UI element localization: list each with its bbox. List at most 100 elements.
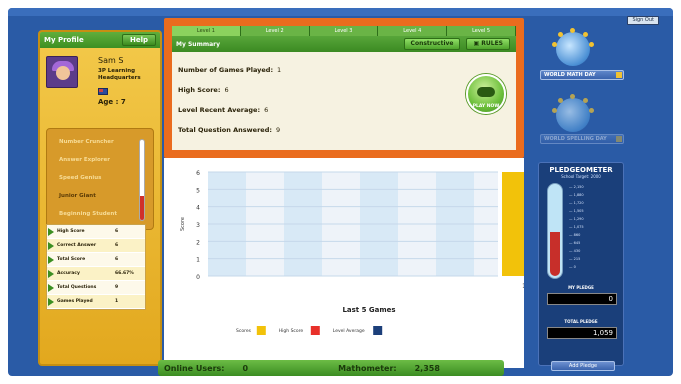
tab-level-2[interactable]: Level 2: [240, 26, 310, 36]
y-axis-label: Score: [180, 217, 186, 231]
score-chart: 0 1 2 3 4 5 6 1 Score Last 5 Games Scores High Scor…: [164, 158, 526, 368]
bullet-icon: [48, 228, 54, 236]
profile-title: My Profile: [44, 36, 84, 44]
bullet-icon: [48, 270, 54, 278]
y-tick-label: 1: [196, 257, 200, 264]
summary-panel: Level 1 Level 2 Level 3 Level 4 Level 5 …: [172, 26, 516, 150]
constructive-button[interactable]: Constructive: [403, 38, 461, 50]
legend-label: Scores: [236, 328, 252, 334]
arrow-icon: [616, 72, 622, 78]
y-tick-label: 6: [196, 170, 200, 177]
world-math-day-button[interactable]: WORLD MATH DAY: [540, 70, 624, 80]
stat-row: Total Score 6: [47, 253, 145, 267]
profile-panel: My Profile Help Sam S 3P Learning Headqu…: [38, 30, 162, 366]
bar: [502, 172, 524, 276]
online-users-value: 0: [242, 363, 249, 373]
bullet-icon: [48, 298, 54, 306]
y-tick-label: 4: [196, 205, 200, 212]
x-axis-label: Last 5 Games: [342, 306, 395, 314]
play-now-label: PLAY NOW: [472, 104, 500, 109]
level-tabs: Level 1 Level 2 Level 3 Level 4 Level 5: [172, 26, 516, 36]
legend-swatch: [256, 326, 266, 335]
mathometer-label: Mathometer:: [338, 363, 397, 373]
add-pledge-button[interactable]: Add Pledge: [551, 361, 615, 371]
stats-table: High Score 6 Correct Answer 6 Total Score 6…: [46, 224, 146, 310]
arrow-icon: [616, 136, 622, 142]
pledge-scale-tick: — 1,720: [569, 201, 584, 205]
gamepad-icon: [477, 87, 495, 97]
org-line-2: Headquarters: [98, 74, 141, 81]
app-frame: Sign Out My Profile Help Sam S 3P Learni…: [8, 8, 673, 376]
stat-row: Correct Answer 6: [47, 239, 145, 253]
legend-swatch: [373, 326, 383, 335]
avatar-face: [56, 66, 70, 80]
play-now-button[interactable]: PLAY NOW: [466, 74, 506, 114]
y-tick-label: 0: [196, 274, 200, 281]
org-line-1: 3P Learning: [98, 68, 136, 74]
tab-level-5[interactable]: Level 5: [447, 26, 516, 36]
pledge-scale-tick: — 1,880: [569, 193, 584, 197]
legend-label: Level Average: [333, 328, 365, 334]
pledge-scale-tick: — 1,290: [569, 217, 584, 221]
stat-row: Games Played 1: [47, 295, 145, 309]
y-tick-label: 5: [196, 187, 200, 194]
tab-level-3[interactable]: Level 3: [309, 26, 379, 36]
pledge-scale-tick: — 1,505: [569, 209, 584, 213]
sign-out-button[interactable]: Sign Out: [627, 16, 659, 25]
summary-row: High Score: 6: [178, 86, 229, 94]
my-pledge-value: 0: [547, 293, 617, 305]
online-users-label: Online Users:: [164, 363, 225, 373]
pledge-scale-tick: — 0: [569, 265, 576, 269]
pledgeometer-panel: PLEDGEOMETER School Target: 2000 — 2,150…: [538, 162, 624, 371]
x-tick-label: 1: [522, 283, 524, 290]
user-age: Age : 7: [98, 98, 126, 106]
pledgeometer-title: PLEDGEOMETER: [549, 166, 613, 174]
flag-icon: [98, 88, 108, 95]
pledge-scale-tick: — 860: [569, 233, 581, 237]
tab-level-1[interactable]: Level 1: [172, 26, 241, 36]
level-progress: Number Cruncher Answer Explorer Speed Ge…: [46, 128, 154, 230]
my-pledge-label: MY PLEDGE: [568, 285, 594, 290]
y-tick-label: 3: [196, 222, 200, 229]
school-target: School Target: 2000: [561, 174, 601, 179]
level-thermometer: [139, 139, 145, 221]
user-name: Sam S: [98, 56, 124, 65]
world-spelling-day-button[interactable]: WORLD SPELLING DAY: [540, 134, 624, 144]
summary-row: Number of Games Played: 1: [178, 66, 282, 74]
globe-icon-secondary[interactable]: [552, 94, 594, 132]
stat-row: Total Questions 9: [47, 281, 145, 295]
avatar[interactable]: [46, 56, 78, 88]
chart-svg: 0 1 2 3 4 5 6 1 Score Last 5 Games Scores High Scor…: [180, 170, 526, 335]
level-item: Speed Genius: [59, 175, 102, 181]
stat-row: Accuracy 66.67%: [47, 267, 145, 281]
y-tick-label: 2: [196, 239, 200, 246]
legend-label: High Score: [279, 328, 304, 334]
legend-swatch: [310, 326, 320, 335]
level-item-current: Junior Giant: [59, 193, 96, 199]
stat-row: High Score 6: [47, 225, 145, 239]
summary-bar: My Summary Constructive ▣ RULES: [172, 36, 516, 52]
status-bar: Online Users: 0 Mathometer: 2,358: [158, 360, 504, 376]
total-pledge-label: TOTAL PLEDGE: [564, 319, 598, 324]
mathometer-value: 2,358: [414, 363, 440, 373]
right-column: WORLD MATH DAY WORLD SPELLING DAY PLEDGE…: [528, 28, 648, 371]
pledge-thermometer: [547, 183, 563, 279]
pledge-scale-tick: — 215: [569, 257, 581, 261]
pledge-scale-tick: — 1,075: [569, 225, 584, 229]
summary-title: My Summary: [176, 40, 220, 48]
pledge-scale-tick: — 2,150: [569, 185, 584, 189]
summary-row: Level Recent Average: 6: [178, 106, 269, 114]
globe-icon[interactable]: [552, 28, 594, 66]
help-button[interactable]: Help: [121, 34, 156, 46]
level-item: Answer Explorer: [59, 157, 110, 163]
pledge-scale: — 2,150 — 1,880 — 1,720 — 1,505 — 1,290 — 1,0…: [569, 183, 584, 271]
level-item: Beginning Student: [59, 211, 117, 217]
user-organization: 3P Learning Headquarters: [98, 68, 141, 81]
tab-level-4[interactable]: Level 4: [378, 26, 448, 36]
summary-row: Total Question Answered: 9: [178, 126, 281, 134]
level-item: Number Cruncher: [59, 139, 114, 145]
rules-button[interactable]: ▣ RULES: [466, 38, 510, 50]
bullet-icon: [48, 284, 54, 292]
level-thermometer-fill: [140, 196, 144, 220]
profile-header: My Profile Help: [40, 32, 160, 48]
